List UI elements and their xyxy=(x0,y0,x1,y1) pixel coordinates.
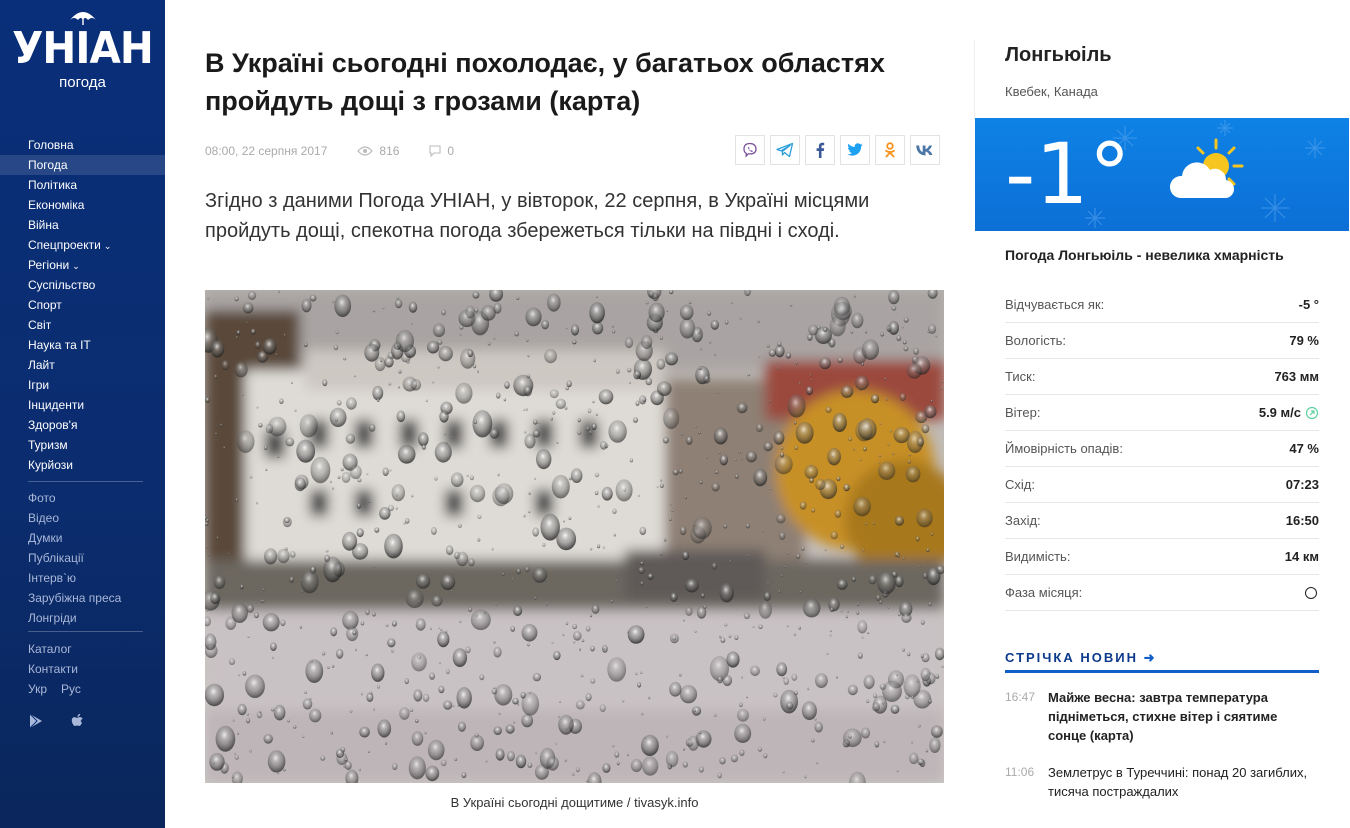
nav-item-video[interactable]: Відео xyxy=(0,508,121,528)
eye-icon xyxy=(357,146,374,156)
nav-item-opinions[interactable]: Думки xyxy=(0,528,121,548)
param-moon-phase: Фаза місяця: xyxy=(1005,575,1319,611)
viber-icon xyxy=(743,142,757,158)
partly-cloudy-icon xyxy=(1169,138,1244,199)
nav-item-society[interactable]: Суспільство xyxy=(0,275,165,295)
nav-item-tourism[interactable]: Туризм xyxy=(0,435,165,455)
views-count: 816 xyxy=(379,144,400,158)
apple-icon[interactable] xyxy=(70,713,88,731)
param-wind: Вітер: 5.9 м/с xyxy=(1005,395,1319,431)
moon-phase-icon xyxy=(1305,586,1317,599)
vk-icon xyxy=(916,145,933,155)
param-sunrise: Схід: 07:23 xyxy=(1005,467,1319,503)
nav-item-world[interactable]: Світ xyxy=(0,315,165,335)
weather-params: Відчувається як: -5 ° Вологість: 79 % Тиск… xyxy=(1005,287,1319,611)
param-pressure: Тиск: 763 мм xyxy=(1005,359,1319,395)
rain-window-image xyxy=(205,290,944,783)
chevron-down-icon: ⌄ xyxy=(103,241,112,251)
nav-item-games[interactable]: Ігри xyxy=(0,375,165,395)
vk-share-button[interactable] xyxy=(910,135,940,165)
odnoklassniki-icon xyxy=(885,142,895,158)
param-visibility: Видимість: 14 км xyxy=(1005,539,1319,575)
nav-item-catalog[interactable]: Каталог xyxy=(0,639,81,659)
nav-item-war[interactable]: Війна xyxy=(0,215,165,235)
nav-item-weather[interactable]: Погода xyxy=(0,155,165,175)
facebook-share-button[interactable] xyxy=(805,135,835,165)
news-time: 11:06 xyxy=(1005,765,1035,779)
odnoklassniki-share-button[interactable] xyxy=(875,135,905,165)
param-feels-like: Відчувається як: -5 ° xyxy=(1005,287,1319,323)
comment-icon xyxy=(429,145,441,157)
nav-item-health[interactable]: Здоров'я xyxy=(0,415,165,435)
nav-item-home[interactable]: Головна xyxy=(0,135,165,155)
wind-value: 5.9 м/с xyxy=(1258,405,1301,420)
sidebar: УНІАН погода Головна Погода Політика Еко… xyxy=(0,0,165,828)
tertiary-nav: Каталог Контакти Укр Рус xyxy=(0,639,81,699)
article-meta: 08:00, 22 серпня 2017 816 0 xyxy=(205,144,484,158)
news-time: 16:47 xyxy=(1005,690,1036,704)
share-buttons xyxy=(735,135,940,165)
twitter-share-button[interactable] xyxy=(840,135,870,165)
article-date: 08:00, 22 серпня 2017 xyxy=(205,144,328,158)
article-photo[interactable] xyxy=(205,290,944,783)
current-weather-panel: -1° xyxy=(975,118,1349,231)
nav-item-incidents[interactable]: Інциденти xyxy=(0,395,165,415)
views-counter: 816 xyxy=(357,144,399,158)
nav-item-politics[interactable]: Політика xyxy=(0,175,165,195)
main-nav: Головна Погода Політика Економіка Війна … xyxy=(0,135,165,475)
telegram-share-button[interactable] xyxy=(770,135,800,165)
nav-item-curiosities[interactable]: Курйози xyxy=(0,455,165,475)
news-feed-title[interactable]: СТРІЧКА НОВИН ➜ xyxy=(1005,650,1319,673)
news-headline: Землетрус в Туреччині: понад 20 загиблих… xyxy=(1048,765,1308,799)
nav-item-regions[interactable]: Регіони ⌄ xyxy=(0,255,165,275)
telegram-icon xyxy=(776,142,794,158)
wind-direction-icon xyxy=(1305,406,1319,419)
google-play-icon[interactable] xyxy=(28,713,46,731)
viber-share-button[interactable] xyxy=(735,135,765,165)
nav-divider xyxy=(28,481,143,482)
news-item[interactable]: 16:47 Майже весна: завтра температура пі… xyxy=(1005,688,1319,745)
city-name: Лонгьюіль xyxy=(1005,44,1112,66)
nav-item-photo[interactable]: Фото xyxy=(0,488,121,508)
param-humidity: Вологість: 79 % xyxy=(1005,323,1319,359)
nav-item-sport[interactable]: Спорт xyxy=(0,295,165,315)
logo[interactable]: УНІАН погода xyxy=(0,8,165,91)
nav-item-contacts[interactable]: Контакти xyxy=(0,659,81,679)
nav-item-science[interactable]: Наука та IT xyxy=(0,335,165,355)
lang-rus[interactable]: Рус xyxy=(61,679,81,699)
logo-subtitle: погода xyxy=(59,74,106,91)
weather-description: Погода Лонгьюіль - невелика хмарність xyxy=(1005,247,1284,263)
photo-caption: В Україні сьогодні дощитиме / tivasyk.in… xyxy=(450,795,699,810)
current-temperature: -1° xyxy=(1005,125,1131,223)
nav-item-longreads[interactable]: Лонгріди xyxy=(0,608,121,628)
article-title: В Україні сьогодні похолодає, у багатьох… xyxy=(205,48,885,116)
app-links xyxy=(28,713,88,731)
twitter-icon xyxy=(847,143,863,156)
column-divider xyxy=(974,40,975,120)
news-item[interactable]: 11:06 Землетрус в Туреччині: понад 20 за… xyxy=(1005,763,1319,801)
comments-counter[interactable]: 0 xyxy=(429,144,454,158)
param-precipitation: Ймовірність опадів: 47 % xyxy=(1005,431,1319,467)
nav-item-light[interactable]: Лайт xyxy=(0,355,165,375)
nav-item-economy[interactable]: Економіка xyxy=(0,195,165,215)
logo-text: УНІАН xyxy=(12,23,154,74)
city-region: Квебек, Канада xyxy=(1005,84,1098,99)
arrow-right-icon: ➜ xyxy=(1143,650,1155,665)
nav-item-foreign-press[interactable]: Зарубіжна преса xyxy=(0,588,121,608)
facebook-icon xyxy=(816,142,825,158)
param-sunset: Захід: 16:50 xyxy=(1005,503,1319,539)
nav-divider xyxy=(28,631,143,632)
secondary-nav: Фото Відео Думки Публікації Інтерв`ю Зар… xyxy=(0,488,121,628)
nav-item-publications[interactable]: Публікації xyxy=(0,548,121,568)
news-feed: 16:47 Майже весна: завтра температура пі… xyxy=(1005,688,1319,819)
article-lead: Згідно з даними Погода УНІАН, у вівторок… xyxy=(205,190,870,242)
comments-count: 0 xyxy=(447,144,455,158)
chevron-down-icon: ⌄ xyxy=(72,261,80,271)
nav-item-interviews[interactable]: Інтерв`ю xyxy=(0,568,121,588)
news-headline: Майже весна: завтра температура піднімет… xyxy=(1048,690,1278,743)
lang-ukr[interactable]: Укр xyxy=(28,679,47,699)
nav-item-specprojects[interactable]: Спецпроекти ⌄ xyxy=(0,235,165,255)
language-switcher: Укр Рус xyxy=(0,679,81,699)
